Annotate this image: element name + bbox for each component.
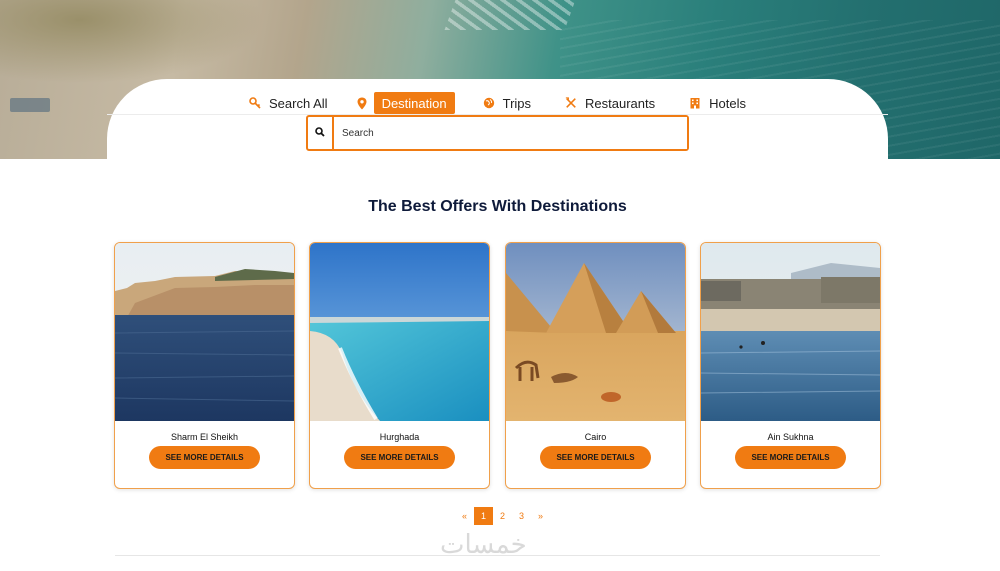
tab-trips[interactable]: Trips — [477, 92, 537, 114]
pagination-page-2[interactable]: 2 — [493, 507, 512, 525]
page: Search All Destination Trips Restaurants… — [0, 0, 1000, 571]
see-more-details-button[interactable]: SEE MORE DETAILS — [735, 446, 846, 469]
destination-card[interactable]: Hurghada SEE MORE DETAILS — [309, 242, 490, 489]
search-icon — [315, 124, 325, 142]
pagination-page-3[interactable]: 3 — [512, 507, 531, 525]
destination-name: Hurghada — [379, 432, 420, 442]
pagination-page-1[interactable]: 1 — [474, 507, 493, 525]
destination-image — [701, 243, 880, 421]
cutlery-icon — [565, 97, 577, 109]
see-more-details-button[interactable]: SEE MORE DETAILS — [149, 446, 260, 469]
tab-label: Search All — [269, 95, 328, 111]
hotel-icon — [689, 97, 701, 109]
search-button[interactable] — [308, 117, 334, 149]
search-bar — [306, 115, 689, 151]
pagination-next[interactable]: » — [531, 507, 550, 525]
key-search-icon — [249, 97, 261, 109]
tab-hotels[interactable]: Hotels — [683, 92, 752, 114]
see-more-details-button[interactable]: SEE MORE DETAILS — [540, 446, 651, 469]
map-pin-icon — [356, 97, 368, 110]
tab-destination[interactable]: Destination — [373, 92, 455, 114]
hero-pier — [10, 98, 50, 112]
tab-restaurants[interactable]: Restaurants — [559, 92, 661, 114]
destination-name: Cairo — [584, 432, 607, 442]
pagination: « 1 2 3 » — [455, 507, 550, 525]
tab-label: Trips — [502, 95, 532, 111]
destination-card[interactable]: Ain Sukhna SEE MORE DETAILS — [700, 242, 881, 489]
destination-image — [115, 243, 294, 421]
tab-search-all[interactable]: Search All — [243, 92, 334, 114]
see-more-details-button[interactable]: SEE MORE DETAILS — [344, 446, 455, 469]
hero-foam — [444, 0, 576, 30]
tab-label: Hotels — [709, 95, 746, 111]
destination-name: Ain Sukhna — [767, 432, 814, 442]
search-input[interactable] — [334, 117, 687, 149]
destination-image — [506, 243, 685, 421]
destination-card[interactable]: Sharm El Sheikh SEE MORE DETAILS — [114, 242, 295, 489]
destination-card[interactable]: Cairo SEE MORE DETAILS — [505, 242, 686, 489]
bottom-divider — [115, 555, 880, 556]
search-tabs: Search All Destination Trips Restaurants… — [107, 92, 888, 114]
tab-label: Restaurants — [585, 95, 656, 111]
pagination-prev[interactable]: « — [455, 507, 474, 525]
destination-image — [310, 243, 489, 421]
tab-destination-group: Destination — [356, 92, 455, 114]
destination-name: Sharm El Sheikh — [170, 432, 239, 442]
section-title: The Best Offers With Destinations — [368, 198, 627, 215]
globe-icon — [483, 97, 495, 109]
tab-label: Destination — [381, 95, 447, 111]
